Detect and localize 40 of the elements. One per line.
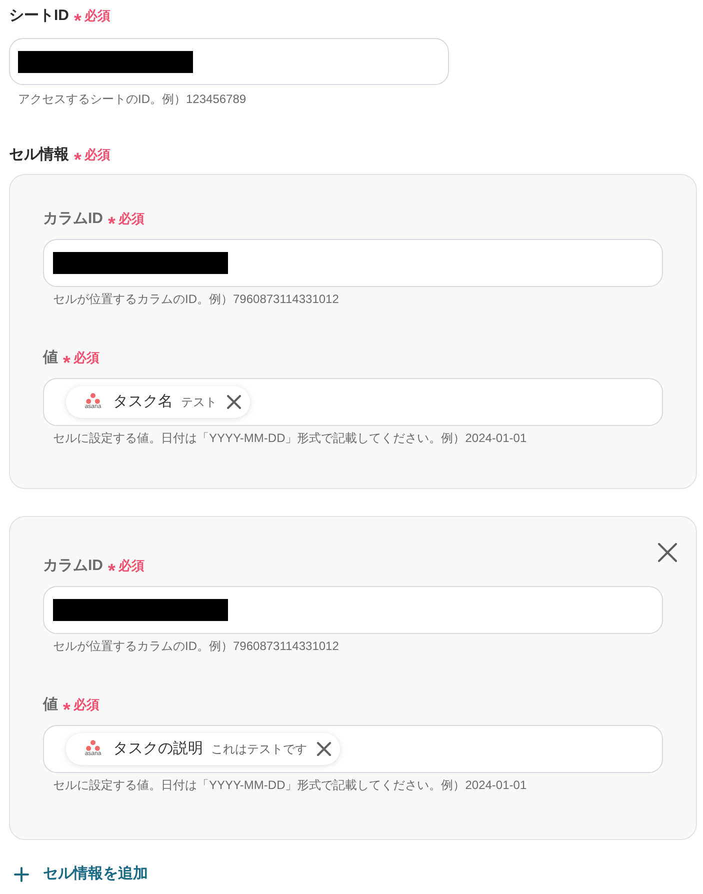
required-asterisk: * xyxy=(63,356,70,372)
close-icon xyxy=(658,543,677,562)
required-asterisk: * xyxy=(74,14,82,30)
three-dots-logo-icon xyxy=(86,393,100,404)
remove-chip-button[interactable] xyxy=(317,742,331,756)
help-text: セルに設定する値。日付は「YYYY-MM-DD」形式で記載してください。例）2024-01-01 xyxy=(52,777,528,794)
required-label: 必須 xyxy=(118,557,144,575)
text-input[interactable] xyxy=(43,586,663,634)
required-label: 必須 xyxy=(73,696,100,714)
sheet-id-label: シートID xyxy=(9,6,69,26)
help-text: セルに設定する値。日付は「YYYY-MM-DD」形式で記載してください。例）2024-01-01 xyxy=(52,430,528,447)
value-label: 値 xyxy=(43,348,58,368)
column-id-label: カラムID xyxy=(43,556,103,576)
required-asterisk: * xyxy=(108,217,116,233)
chip-name: タスク名 xyxy=(113,392,173,412)
plus-icon xyxy=(14,866,29,882)
cell-info-label: セル情報 xyxy=(9,145,69,165)
required-asterisk: * xyxy=(74,153,82,169)
close-icon xyxy=(317,742,331,756)
chip-sample-value: テスト xyxy=(181,394,217,411)
add-cell-info-button[interactable]: セル情報を追加 xyxy=(14,863,148,885)
required-label: 必須 xyxy=(73,349,100,367)
chip-sample-value: これはテストです xyxy=(211,741,307,758)
help-text: セルが位置するカラムのID。例）7960873114331012 xyxy=(52,638,340,655)
required-asterisk: * xyxy=(63,703,70,719)
close-icon xyxy=(227,395,241,409)
value-label: 値 xyxy=(43,695,58,715)
help-text: セルが位置するカラムのID。例）7960873114331012 xyxy=(52,291,340,308)
text-input[interactable] xyxy=(43,239,663,287)
required-label: 必須 xyxy=(118,210,144,228)
chip-name: タスクの説明 xyxy=(113,738,203,759)
required-label: 必須 xyxy=(84,146,110,164)
column-id-label: カラムID xyxy=(43,209,103,229)
remove-chip-button[interactable] xyxy=(227,395,241,409)
remove-card-button[interactable] xyxy=(658,543,677,562)
three-dots-logo-icon xyxy=(86,740,100,751)
help-text: アクセスするシートのID。例）123456789 xyxy=(17,91,248,108)
required-label: 必須 xyxy=(84,7,110,25)
required-asterisk: * xyxy=(108,564,116,580)
text-input[interactable] xyxy=(9,38,449,85)
